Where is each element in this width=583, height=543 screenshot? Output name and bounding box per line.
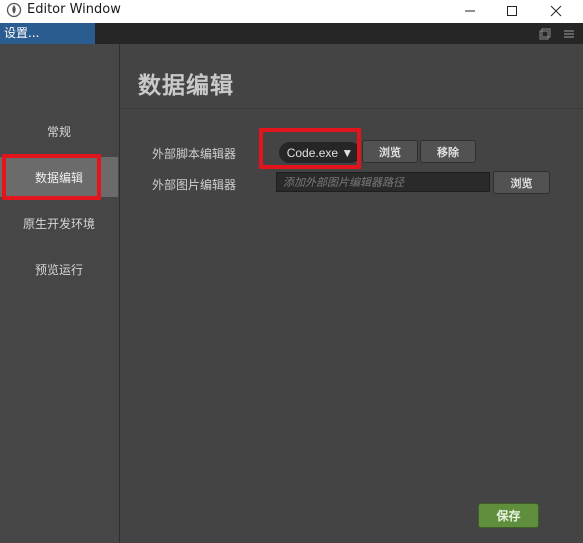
script-editor-selected-value: Code.exe ▼ — [286, 145, 354, 160]
save-button[interactable]: 保存 — [478, 503, 539, 528]
close-button[interactable] — [534, 0, 578, 22]
settings-main-panel: 数据编辑 外部脚本编辑器 Code.exe ▼ 浏览 移除 外部图片编辑器 浏览… — [120, 44, 583, 543]
settings-sidebar: 常规 数据编辑 原生开发环境 预览运行 — [0, 44, 120, 543]
script-browse-button[interactable]: 浏览 — [362, 140, 418, 163]
app-logo-icon — [6, 2, 22, 18]
panel-tabbar: 设置... — [0, 23, 583, 44]
window-title: Editor Window — [27, 2, 121, 17]
script-remove-button[interactable]: 移除 — [420, 140, 476, 163]
minimize-button[interactable] — [448, 0, 492, 22]
script-editor-label: 外部脚本编辑器 — [152, 147, 237, 161]
close-icon — [550, 5, 562, 17]
sidebar-item-native-dev-env[interactable]: 原生开发环境 — [0, 203, 118, 243]
sidebar-item-data-editing[interactable]: 数据编辑 — [0, 157, 118, 197]
maximize-button[interactable] — [490, 0, 534, 22]
minimize-icon — [465, 10, 475, 12]
image-editor-label: 外部图片编辑器 — [152, 178, 237, 192]
sidebar-item-general[interactable]: 常规 — [0, 111, 118, 151]
menu-icon[interactable] — [563, 27, 575, 39]
script-editor-select[interactable]: Code.exe ▼ — [279, 142, 361, 163]
page-title: 数据编辑 — [138, 73, 234, 99]
tab-settings[interactable]: 设置... — [0, 23, 95, 44]
title-divider — [120, 108, 583, 109]
image-editor-path-input[interactable] — [276, 172, 490, 192]
window-titlebar: Editor Window — [0, 0, 583, 22]
image-browse-button[interactable]: 浏览 — [493, 171, 550, 194]
maximize-icon — [507, 6, 517, 16]
sidebar-item-preview-run[interactable]: 预览运行 — [0, 249, 118, 289]
popout-icon[interactable] — [539, 27, 551, 40]
